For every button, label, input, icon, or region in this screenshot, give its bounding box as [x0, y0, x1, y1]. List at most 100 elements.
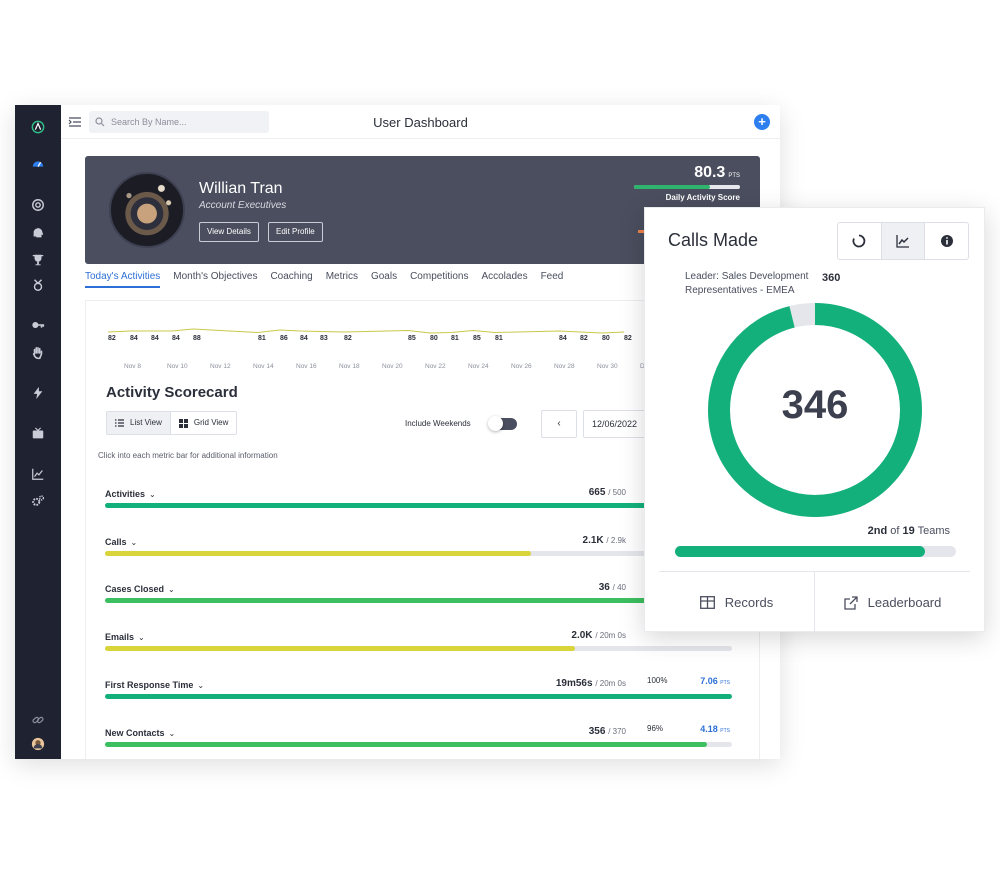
sidebar	[15, 105, 61, 759]
tab-4[interactable]: Goals	[371, 271, 397, 288]
rank-bar	[675, 546, 956, 557]
metric-row[interactable]: Emails ⌄ 2.0K / 20m 0s	[105, 630, 732, 668]
metric-points-value: 4.18	[700, 724, 718, 734]
chevron-down-icon[interactable]: ⌄	[131, 538, 138, 547]
hand-icon[interactable]	[26, 341, 50, 365]
chevron-down-icon[interactable]: ⌄	[149, 490, 156, 499]
card-footer: Records Leaderboard	[659, 571, 970, 633]
metric-current: 19m56s	[555, 678, 593, 689]
daily-score-value: 80.3 PTS	[694, 164, 740, 182]
sparkline-value: 81	[495, 335, 503, 342]
chevron-down-icon[interactable]: ⌄	[138, 633, 145, 642]
tab-2[interactable]: Coaching	[270, 271, 312, 288]
sparkline-value: 81	[451, 335, 459, 342]
metric-bar-fill	[105, 598, 670, 603]
score-number: 80.3	[694, 164, 726, 181]
metric-bar[interactable]	[105, 646, 732, 651]
key-icon[interactable]	[26, 313, 50, 337]
leaderboard-label: Leaderboard	[867, 595, 942, 610]
logo-icon[interactable]	[26, 115, 50, 139]
grid-view-button[interactable]: Grid View	[171, 412, 237, 434]
sparkline-value: 84	[151, 335, 159, 342]
gauge-icon[interactable]	[26, 152, 50, 176]
brain-icon[interactable]	[26, 221, 50, 245]
metric-bar[interactable]	[105, 551, 732, 556]
chart-icon[interactable]	[26, 462, 50, 486]
tab-7[interactable]: Feed	[541, 271, 564, 288]
rank-place: 2nd	[867, 525, 888, 537]
sparkline-value: 81	[258, 335, 266, 342]
target-icon[interactable]	[26, 193, 50, 217]
sparkline-value: 82	[624, 335, 632, 342]
metric-bar[interactable]	[105, 742, 732, 747]
trend-view-tab[interactable]	[881, 223, 926, 259]
chevron-down-icon[interactable]: ⌄	[169, 729, 176, 738]
tab-5[interactable]: Competitions	[410, 271, 468, 288]
metric-target: / 40	[612, 583, 626, 592]
chevron-down-icon[interactable]: ⌄	[168, 585, 175, 594]
tab-bar: Today's Activities Month's Objectives Coac…	[85, 271, 563, 288]
metric-row[interactable]: First Response Time ⌄ 19m56s / 20m 0s 100% 7…	[105, 676, 732, 716]
metric-bar-fill	[105, 503, 732, 508]
records-label: Records	[724, 595, 774, 610]
profile-role: Account Executives	[199, 200, 287, 211]
tab-1[interactable]: Month's Objectives	[173, 271, 257, 288]
metric-bar-fill	[105, 551, 532, 556]
metric-bar[interactable]	[105, 694, 732, 699]
metric-points: 7.06 PTS	[700, 676, 730, 686]
metric-bar-fill	[105, 694, 732, 699]
metric-row[interactable]: Activities ⌄ 665 / 500	[105, 487, 732, 525]
records-button[interactable]: Records	[659, 572, 815, 633]
sparkline-date: Nov 14	[253, 363, 274, 370]
line-chart-icon	[896, 235, 909, 248]
info-tab[interactable]	[925, 223, 968, 259]
leaderboard-button[interactable]: Leaderboard	[815, 572, 970, 633]
sparkline-value: 85	[473, 335, 481, 342]
rank-fill	[675, 546, 926, 557]
user-avatar-icon[interactable]	[26, 732, 50, 756]
medal-icon[interactable]	[26, 273, 50, 297]
list-view-button[interactable]: List View	[107, 412, 171, 434]
external-link-icon	[843, 595, 858, 610]
metric-value: 36 / 40	[599, 582, 626, 593]
tab-6[interactable]: Accolades	[481, 271, 527, 288]
include-weekends-toggle[interactable]	[488, 416, 517, 431]
donut-view-tab[interactable]	[838, 223, 882, 259]
metric-points: 4.18 PTS	[700, 724, 730, 734]
rank-total: 19	[902, 525, 915, 537]
sparkline-date: Nov 16	[296, 363, 317, 370]
edit-profile-button[interactable]: Edit Profile	[268, 222, 323, 242]
metric-label: New Contacts	[105, 728, 165, 738]
profile-avatar	[109, 172, 185, 248]
trophy-icon[interactable]	[26, 248, 50, 272]
metric-bar[interactable]	[105, 598, 732, 603]
metric-row[interactable]: Cases Closed ⌄ 36 / 40	[105, 582, 732, 620]
metric-row[interactable]: New Contacts ⌄ 356 / 370 96% 4.18 PTS	[105, 724, 732, 759]
tab-3[interactable]: Metrics	[326, 271, 358, 288]
link-icon[interactable]	[26, 708, 50, 732]
sparkline-value: 84	[300, 335, 308, 342]
table-icon	[699, 596, 715, 609]
tab-0[interactable]: Today's Activities	[85, 271, 161, 288]
view-details-button[interactable]: View Details	[199, 222, 259, 242]
sparkline-date: Nov 20	[382, 363, 403, 370]
sparkline-value: 83	[320, 335, 328, 342]
sparkline-value: 82	[108, 335, 116, 342]
bolt-icon[interactable]	[26, 381, 50, 405]
daily-score-label: Daily Activity Score	[665, 193, 740, 202]
gears-icon[interactable]	[26, 489, 50, 513]
metric-name: Activities ⌄	[105, 489, 156, 499]
chevron-down-icon[interactable]: ⌄	[197, 681, 204, 690]
metric-target: / 370	[608, 727, 626, 736]
tv-icon[interactable]	[26, 422, 50, 446]
metric-percent: 100%	[647, 676, 668, 685]
sparkline-date: Nov 18	[339, 363, 360, 370]
add-button[interactable]: +	[754, 114, 770, 130]
team-rank: 2nd of 19 Teams	[868, 525, 950, 537]
metric-bar[interactable]	[105, 503, 732, 508]
daily-score-bar	[634, 185, 740, 189]
include-weekends-label: Include Weekends	[405, 419, 471, 428]
metric-row[interactable]: Calls ⌄ 2.1K / 2.9k	[105, 535, 732, 573]
scorecard-hint: Click into each metric bar for additiona…	[98, 451, 278, 460]
prev-date-button[interactable]: ‹	[541, 410, 577, 438]
